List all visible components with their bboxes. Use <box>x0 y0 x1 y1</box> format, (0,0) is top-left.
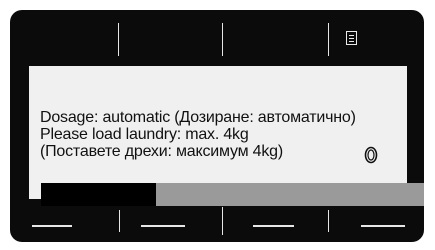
appliance-display: Dosage: automatic (Дозиране: автоматично… <box>10 10 424 242</box>
separator <box>222 23 223 56</box>
message-panel: Dosage: automatic (Дозиране: автоматично… <box>29 66 424 206</box>
separator <box>328 210 329 232</box>
separator <box>328 23 329 56</box>
softkey-2[interactable] <box>141 225 185 227</box>
dosage-line: Dosage: automatic (Дозиране: автоматично… <box>40 109 356 126</box>
load-laundry-line: Please load laundry: max. 4kg <box>40 126 249 143</box>
softkey-1[interactable] <box>32 225 72 227</box>
separator <box>118 23 119 56</box>
document-icon[interactable] <box>346 31 357 45</box>
ring-icon <box>364 146 378 164</box>
message-text: Dosage: automatic (Дозиране: автоматично… <box>40 109 415 160</box>
softkey-4[interactable] <box>361 225 405 227</box>
load-laundry-bg-line: (Поставете дрехи: максимум 4kg) <box>40 143 283 160</box>
separator <box>222 207 223 235</box>
separator <box>119 210 120 232</box>
bottom-button-bar <box>10 200 424 242</box>
softkey-3[interactable] <box>253 225 294 227</box>
top-button-bar <box>10 10 424 66</box>
